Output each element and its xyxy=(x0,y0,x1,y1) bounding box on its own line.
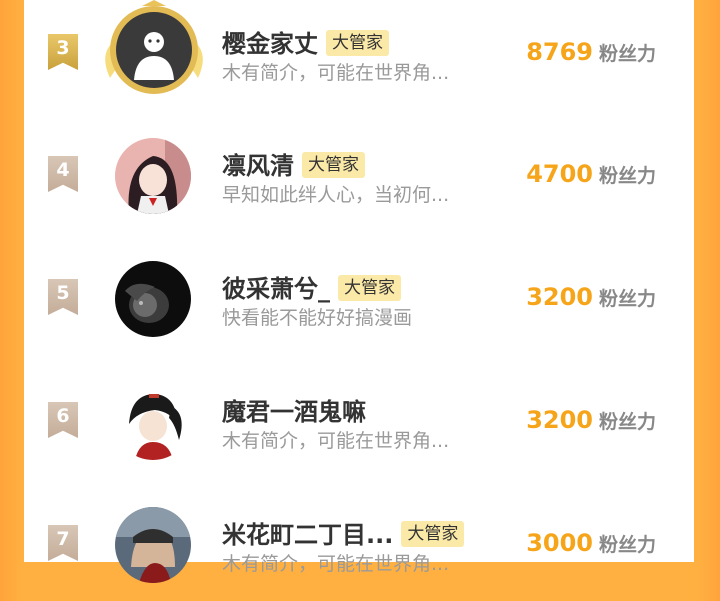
fans-count: 3200 xyxy=(526,406,593,434)
role-badge: 大管家 xyxy=(401,521,465,547)
fans-unit: 粉丝力 xyxy=(598,165,656,187)
rank-badge: 3 xyxy=(48,34,78,70)
ranking-list: 3 樱金家丈 大管家 木有简介，可能在世界角... 8769 粉丝力 4 凛风清… xyxy=(24,0,694,583)
fans-score: 3200 粉丝力 xyxy=(526,283,656,311)
user-name-text[interactable]: 凛风清 xyxy=(222,152,294,180)
rank-badge: 7 xyxy=(48,525,78,561)
list-item[interactable]: 6 魔君一酒鬼嘛 木有简介，可能在世界角... 3200 粉丝力 xyxy=(24,368,694,478)
role-badge: 大管家 xyxy=(338,275,401,301)
avatar-image xyxy=(115,138,191,214)
user-description: 木有简介，可能在世界角... xyxy=(222,430,450,452)
wings-frame-icon xyxy=(105,0,203,94)
fans-score: 4700 粉丝力 xyxy=(526,160,656,188)
user-name-text[interactable]: 彼采萧兮_ xyxy=(222,275,330,303)
list-item[interactable]: 4 凛风清 大管家 早知如此绊人心，当初何... 4700 粉丝力 xyxy=(24,122,694,232)
fans-score: 3200 粉丝力 xyxy=(526,406,656,434)
user-description: 木有简介，可能在世界角... xyxy=(222,62,450,84)
avatar-image xyxy=(115,384,191,460)
fans-score: 8769 粉丝力 xyxy=(526,38,656,66)
fans-count: 8769 xyxy=(526,38,593,66)
user-name[interactable]: 彼采萧兮_ 大管家 xyxy=(222,269,401,304)
list-item[interactable]: 3 樱金家丈 大管家 木有简介，可能在世界角... 8769 粉丝力 xyxy=(24,0,694,110)
list-item[interactable]: 7 米花町二丁目... 大管家 木有简介，可能在世界角... 3000 粉丝力 xyxy=(24,491,694,601)
fans-unit: 粉丝力 xyxy=(598,411,656,433)
user-name[interactable]: 樱金家丈 大管家 xyxy=(222,24,389,59)
fans-score: 3000 粉丝力 xyxy=(526,529,656,557)
user-name-text[interactable]: 魔君一酒鬼嘛 xyxy=(222,398,366,426)
fans-count: 3200 xyxy=(526,283,593,311)
fans-unit: 粉丝力 xyxy=(598,43,656,65)
rank-badge: 5 xyxy=(48,279,78,315)
avatar[interactable] xyxy=(115,261,191,337)
user-name[interactable]: 魔君一酒鬼嘛 xyxy=(222,392,366,427)
fans-count: 3000 xyxy=(526,529,593,557)
fans-unit: 粉丝力 xyxy=(598,288,656,310)
rank-badge: 6 xyxy=(48,402,78,438)
fans-count: 4700 xyxy=(526,160,593,188)
role-badge: 大管家 xyxy=(326,30,389,56)
avatar-image xyxy=(115,507,191,583)
user-name[interactable]: 米花町二丁目... 大管家 xyxy=(222,515,465,550)
avatar[interactable] xyxy=(115,138,191,214)
user-name-text[interactable]: 樱金家丈 xyxy=(222,30,318,58)
avatar-image xyxy=(115,261,191,337)
avatar[interactable] xyxy=(115,384,191,460)
user-description: 木有简介，可能在世界角... xyxy=(222,553,450,575)
user-description: 早知如此绊人心，当初何... xyxy=(222,184,450,206)
rank-badge: 4 xyxy=(48,156,78,192)
fans-unit: 粉丝力 xyxy=(598,534,656,556)
avatar[interactable] xyxy=(115,507,191,583)
role-badge: 大管家 xyxy=(302,152,365,178)
user-description: 快看能不能好好搞漫画 xyxy=(222,307,413,329)
user-name[interactable]: 凛风清 大管家 xyxy=(222,146,365,181)
user-name-text[interactable]: 米花町二丁目... xyxy=(222,521,393,549)
list-item[interactable]: 5 彼采萧兮_ 大管家 快看能不能好好搞漫画 3200 粉丝力 xyxy=(24,245,694,355)
